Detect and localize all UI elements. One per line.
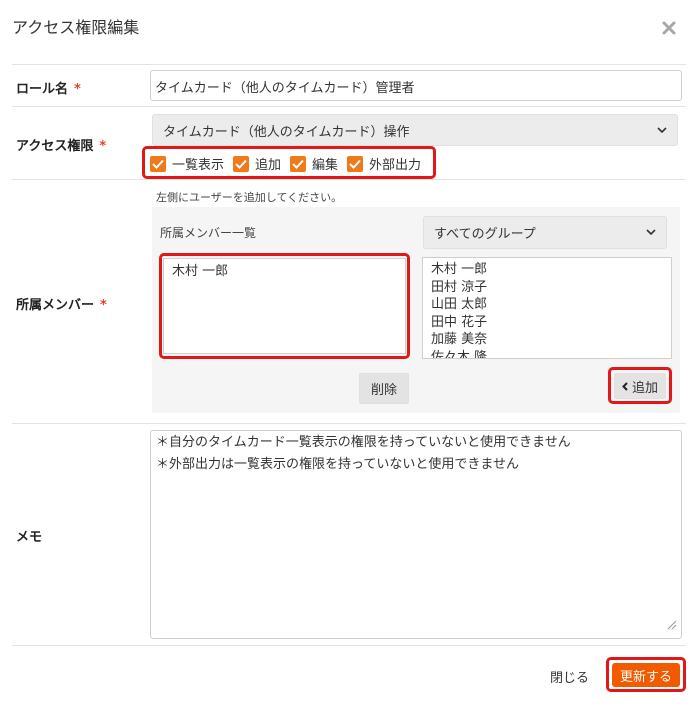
- role-name-input[interactable]: タイムカード（他人のタイムカード）管理者: [150, 70, 682, 101]
- list-item[interactable]: 山田 太郎: [431, 296, 663, 314]
- divider: [12, 423, 686, 424]
- checkbox-export[interactable]: 外部出力: [347, 154, 421, 173]
- checkbox-label: 編集: [312, 158, 339, 173]
- memo-textarea[interactable]: ＊自分のタイムカード一覧表示の権限を持っていないと使用できません ＊外部出力は一…: [150, 430, 682, 639]
- group-select[interactable]: すべてのグループ: [423, 216, 667, 249]
- checkbox-label: 追加: [255, 158, 282, 173]
- checkbox-checked-icon: [233, 155, 250, 172]
- checkbox-edit[interactable]: 編集: [290, 154, 338, 173]
- required-mark: *: [74, 82, 81, 97]
- access-permission-select[interactable]: タイムカード（他人のタイムカード）操作: [152, 114, 678, 146]
- divider: [12, 64, 686, 65]
- list-item[interactable]: 田村 涼子: [431, 279, 663, 297]
- chevron-down-icon: [657, 124, 667, 137]
- delete-button[interactable]: 削除: [359, 373, 409, 404]
- dialog-title: アクセス権限編集: [12, 18, 140, 37]
- access-permission-value: タイムカード（他人のタイムカード）操作: [163, 124, 410, 140]
- add-button-label: 追加: [631, 380, 658, 396]
- list-item[interactable]: 木村 一郎: [431, 261, 663, 279]
- checkbox-checked-icon: [150, 155, 166, 172]
- chevron-down-icon: [646, 226, 656, 239]
- members-hint: 左側にユーザーを追加してください。: [156, 191, 343, 204]
- list-item[interactable]: 田中 花子: [431, 314, 663, 332]
- permission-checkboxes: 一覧表示 追加 編集 外部出力: [150, 154, 430, 173]
- add-button[interactable]: 追加: [614, 373, 666, 399]
- members-list-label: 所属メンバー一覧: [160, 226, 257, 240]
- list-item[interactable]: 加藤 美奈: [431, 331, 663, 349]
- close-button[interactable]: 閉じる: [550, 667, 589, 686]
- memo-label: メモ: [16, 530, 43, 545]
- checkbox-add[interactable]: 追加: [233, 154, 281, 173]
- required-mark: *: [100, 298, 107, 313]
- checkbox-checked-icon: [290, 155, 307, 172]
- resize-handle-icon[interactable]: [667, 619, 677, 634]
- role-name-label: ロール名 *: [16, 82, 81, 97]
- update-button[interactable]: 更新する: [612, 663, 680, 687]
- required-mark: *: [99, 139, 107, 154]
- checkbox-checked-icon: [347, 155, 364, 172]
- available-members-list[interactable]: 木村 一郎 田村 涼子 山田 太郎 田中 花子 加藤 美奈 佐々木 隆: [422, 257, 672, 359]
- checkbox-label: 外部出力: [369, 158, 422, 173]
- memo-line: ＊外部出力は一覧表示の権限を持っていないと使用できません: [156, 457, 519, 472]
- checkbox-list-view[interactable]: 一覧表示: [150, 154, 224, 173]
- divider: [12, 645, 686, 646]
- divider: [12, 106, 686, 107]
- memo-line: ＊自分のタイムカード一覧表示の権限を持っていないと使用できません: [156, 435, 571, 450]
- selected-list-highlight: [159, 253, 410, 359]
- members-label: 所属メンバー *: [16, 298, 107, 313]
- divider: [12, 179, 686, 180]
- checkbox-label: 一覧表示: [172, 158, 225, 173]
- access-permission-label: アクセス権限 *: [16, 139, 107, 154]
- list-item[interactable]: 佐々木 隆: [431, 349, 663, 359]
- group-select-value: すべてのグループ: [434, 227, 536, 242]
- close-icon[interactable]: [658, 18, 680, 40]
- chevron-left-icon: [622, 381, 628, 391]
